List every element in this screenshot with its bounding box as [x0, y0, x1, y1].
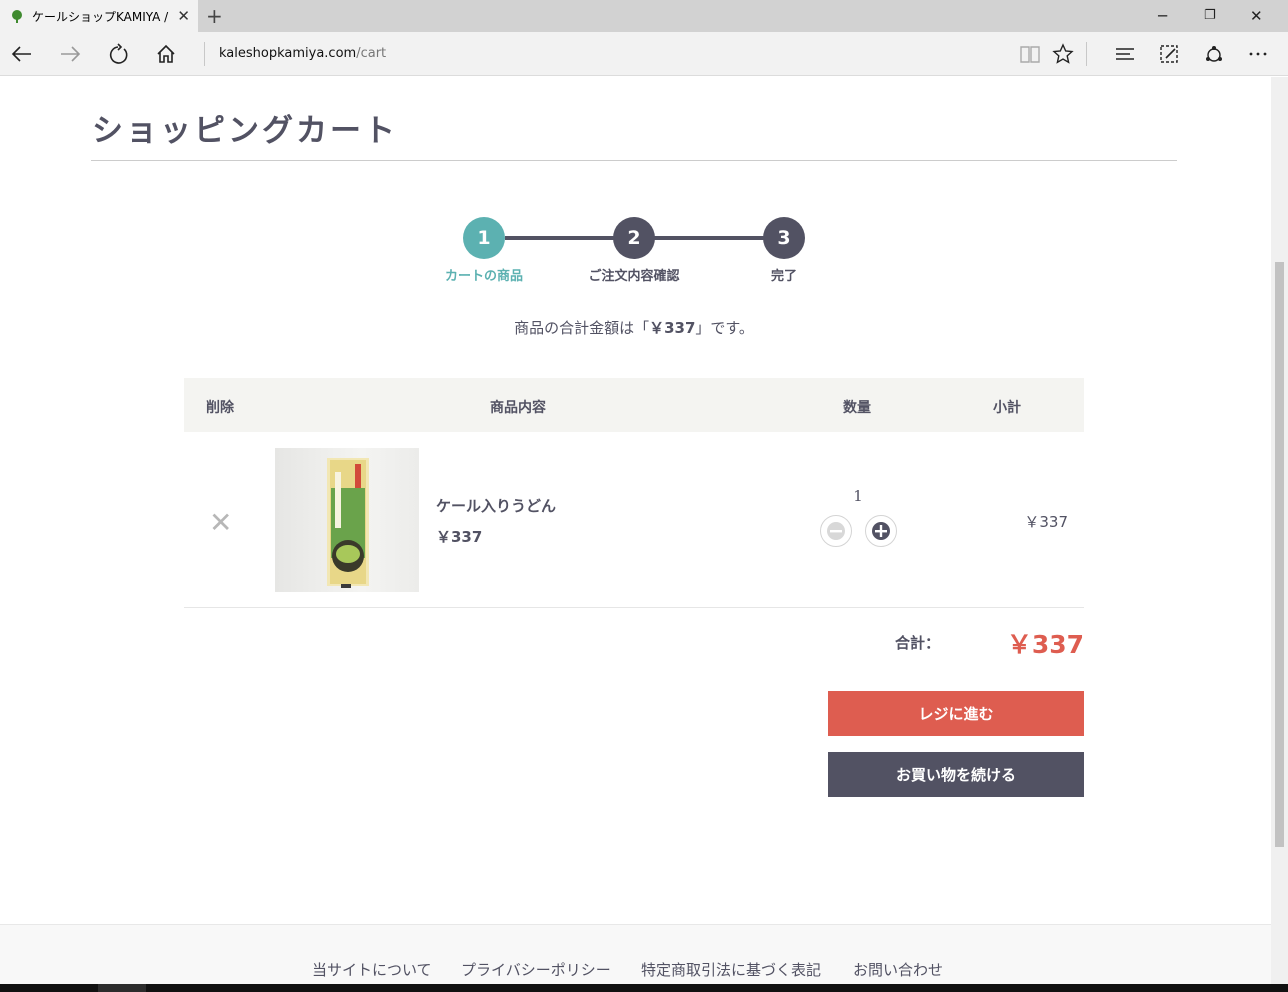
- udon-package-icon: [327, 458, 369, 588]
- step-1-circle: 1: [463, 217, 505, 259]
- quantity-value: 1: [853, 487, 863, 505]
- continue-shopping-button[interactable]: お買い物を続ける: [828, 752, 1084, 797]
- browser-tab[interactable]: ケールショップKAMIYA / 現 ✕: [0, 0, 198, 32]
- window-close-icon[interactable]: ✕: [1250, 4, 1263, 28]
- step-connector: [505, 236, 615, 240]
- home-icon[interactable]: [154, 42, 178, 66]
- total-message: 商品の合計金額は「￥337」です。: [0, 317, 1268, 338]
- tab-bar: ケールショップKAMIYA / 現 ✕ + ─ ❐ ✕: [0, 0, 1288, 32]
- new-tab-icon[interactable]: +: [206, 4, 223, 28]
- total-value: ￥337: [1006, 630, 1084, 659]
- kale-favicon-icon: [12, 10, 22, 23]
- url-path: /cart: [356, 46, 387, 61]
- address-bar[interactable]: kaleshopkamiya.com/cart: [219, 46, 386, 61]
- reading-view-icon[interactable]: [1018, 42, 1042, 66]
- taskbar-item[interactable]: [98, 984, 146, 992]
- step-3-label: 完了: [770, 269, 797, 284]
- product-image[interactable]: [275, 448, 419, 592]
- minus-icon: [827, 522, 845, 540]
- item-subtotal: ￥337: [1024, 513, 1068, 531]
- web-note-icon[interactable]: [1157, 42, 1181, 66]
- restore-icon[interactable]: ❐: [1204, 4, 1216, 28]
- divider: [1086, 42, 1087, 66]
- cart-table-header: 削除 商品内容 数量 小計: [184, 378, 1084, 432]
- taskbar: [0, 984, 1288, 992]
- footer-link-contact[interactable]: お問い合わせ: [853, 959, 943, 980]
- remove-item-icon[interactable]: ✕: [209, 509, 232, 537]
- forward-icon[interactable]: [58, 42, 82, 66]
- tab-close-icon[interactable]: ✕: [177, 7, 190, 25]
- page-content: ショッピングカート 1 2 3 カートの商品 ご注文内容確認 完了 商品の合計金…: [0, 77, 1271, 984]
- footer-link-privacy[interactable]: プライバシーポリシー: [461, 959, 611, 980]
- step-2-circle: 2: [613, 217, 655, 259]
- favorite-star-icon[interactable]: [1051, 42, 1075, 66]
- minimize-icon[interactable]: ─: [1158, 4, 1167, 28]
- quantity-increase-button[interactable]: [865, 515, 897, 547]
- step-2-label: ご注文内容確認: [588, 269, 680, 284]
- footer-link-about[interactable]: 当サイトについて: [312, 959, 432, 980]
- footer-link-commerce-law[interactable]: 特定商取引法に基づく表記: [641, 959, 821, 980]
- footer: 当サイトについて プライバシーポリシー 特定商取引法に基づく表記 お問い合わせ: [0, 924, 1271, 984]
- scrollbar[interactable]: [1271, 77, 1288, 984]
- header-product: 商品内容: [490, 400, 546, 416]
- url-host: kaleshopkamiya.com: [219, 46, 357, 61]
- refresh-icon[interactable]: [106, 42, 130, 66]
- plus-icon: [872, 522, 890, 540]
- header-delete: 削除: [206, 400, 234, 416]
- header-subtotal: 小計: [993, 400, 1021, 416]
- back-icon[interactable]: [10, 42, 34, 66]
- step-3-circle: 3: [763, 217, 805, 259]
- page-title: ショッピングカート: [92, 113, 398, 149]
- quantity-decrease-button[interactable]: [820, 515, 852, 547]
- scrollbar-thumb[interactable]: [1275, 262, 1284, 847]
- step-connector: [654, 236, 766, 240]
- cart-item-row: ✕ ケール入りうどん ￥337 1 ￥337: [184, 432, 1084, 608]
- product-name[interactable]: ケール入りうどん: [436, 495, 556, 516]
- total-message-prefix: 商品の合計金額は「: [514, 319, 650, 337]
- hub-icon[interactable]: [1113, 42, 1137, 66]
- more-icon[interactable]: [1246, 42, 1270, 66]
- navigation-bar: kaleshopkamiya.com/cart: [0, 32, 1288, 76]
- title-divider: [91, 160, 1177, 161]
- total-label: 合計：: [895, 634, 941, 652]
- product-price: ￥337: [436, 528, 483, 546]
- total-message-suffix: 」です。: [695, 319, 754, 337]
- header-quantity: 数量: [843, 400, 871, 416]
- share-icon[interactable]: [1202, 42, 1226, 66]
- total-message-amount: ￥337: [649, 319, 696, 337]
- tab-title: ケールショップKAMIYA / 現: [32, 9, 170, 24]
- divider: [204, 42, 205, 66]
- step-1-label: カートの商品: [444, 269, 523, 284]
- checkout-button[interactable]: レジに進む: [828, 691, 1084, 736]
